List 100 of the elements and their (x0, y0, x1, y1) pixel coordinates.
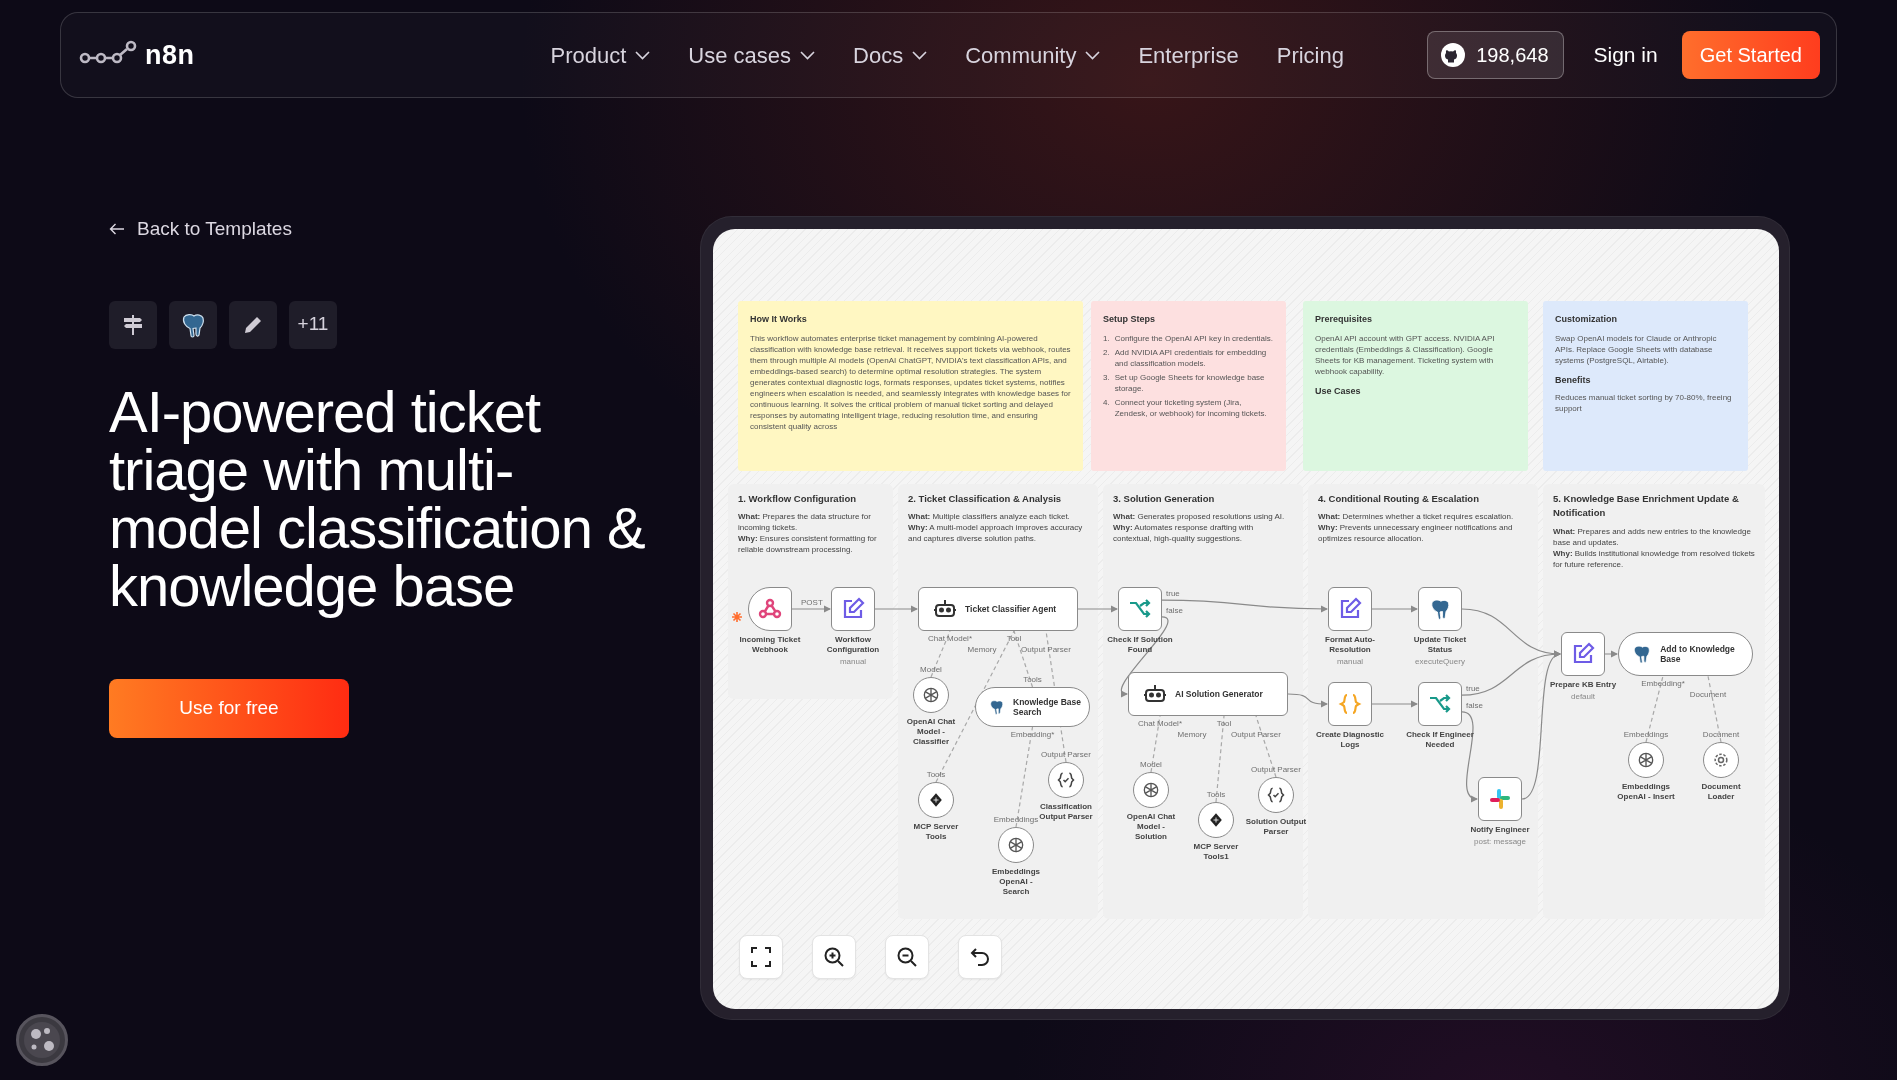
braces-check-icon (1056, 770, 1076, 790)
section-title: 3. Solution Generation (1113, 492, 1216, 506)
nav-link[interactable]: Docs (853, 38, 928, 72)
edit-icon (1338, 597, 1362, 621)
nav-link[interactable]: Use cases (688, 38, 816, 72)
github-icon (1440, 42, 1467, 68)
fit-view-button[interactable] (739, 935, 783, 979)
node-label: Embeddings OpenAI - Search (991, 867, 1041, 897)
section-title: 1. Workflow Configuration (738, 492, 858, 506)
note-title: Prerequisites (1315, 313, 1374, 326)
section-description: What: Multiple classifiers analyze each ticket. (908, 511, 1071, 523)
zoom-in-button[interactable] (812, 935, 856, 979)
zoom-out-icon (896, 946, 918, 968)
slack-icon (1488, 787, 1512, 811)
braces-icon (1338, 692, 1362, 716)
node-label: Knowledge Base Search (1013, 697, 1083, 717)
node-label: Add to Knowledge Base (1660, 644, 1736, 664)
port-label: Embedding* (1010, 730, 1055, 740)
section-description: What: Prepares and adds new entries to the knowledge base and updates. (1553, 525, 1752, 548)
port-label: Embeddings (1623, 730, 1669, 740)
nav-link[interactable]: Enterprise (1138, 38, 1239, 72)
workflow-node[interactable]: Knowledge Base Search (975, 687, 1090, 727)
port-label: Memory (967, 645, 997, 655)
note-title: Customization (1555, 313, 1618, 326)
section-description: What: Determines whether a ticket requires escalation. (1318, 511, 1515, 523)
node-label: MCP Server Tools (912, 822, 960, 842)
port-label: Embedding* (1641, 679, 1685, 689)
more-integrations-badge: +11 (289, 300, 337, 349)
node-label: Workflow Configuration (825, 635, 881, 655)
node-label: Document Loader (1700, 782, 1742, 802)
port-label: Output Parser (1251, 765, 1301, 775)
cookie-settings-button[interactable] (16, 1014, 68, 1066)
port-label: Model (1140, 760, 1162, 770)
logo-text[interactable]: n8n (145, 34, 195, 76)
connector-line (1371, 700, 1419, 708)
zoom-in-icon (823, 946, 845, 968)
section-description: Why: A multi-model approach improves accuracy and captures diverse solution paths. (908, 522, 1084, 545)
sign-in-link[interactable]: Sign in (1593, 39, 1658, 71)
connector-line (791, 605, 832, 613)
node-label: Embeddings OpenAI - Insert (1616, 782, 1676, 802)
section-title: 2. Ticket Classification & Analysis (908, 492, 1063, 506)
back-link[interactable]: Back to Templates (109, 215, 292, 244)
workflow-node[interactable] (1328, 682, 1372, 726)
node-label: Solution Output Parser (1245, 817, 1307, 837)
port-label: Chat Model* (928, 634, 972, 644)
port-label: Output Parser (1041, 750, 1091, 760)
step-number: 1. (1103, 332, 1110, 344)
connector-line (874, 605, 919, 613)
note-subtitle: Use Cases (1315, 384, 1362, 398)
port-label: Output Parser (1021, 645, 1071, 655)
port-label: Memory (1177, 730, 1207, 740)
connector-line (1077, 605, 1119, 613)
workflow-node[interactable] (831, 587, 875, 631)
nav-link[interactable]: Product (550, 38, 651, 72)
workflow-node[interactable] (1118, 587, 1162, 631)
port-label: true (1466, 684, 1480, 695)
github-stars-button[interactable]: 198,648 (1427, 31, 1564, 79)
edit-icon (1571, 642, 1595, 666)
port-label: Model (920, 665, 942, 675)
node-label: Create Diagnostic Logs (1315, 730, 1385, 750)
workflow-node[interactable]: Ticket Classifier Agent (918, 587, 1078, 631)
node-label: Notify Engineer (1469, 825, 1531, 835)
workflow-node[interactable]: AI Solution Generator (1128, 672, 1288, 716)
node-label: OpenAI Chat Model - Classifier (905, 717, 957, 747)
port-label: false (1166, 605, 1183, 616)
section-description: Why: Automates response drafting with contextual, high-quality suggestions. (1113, 522, 1255, 545)
edit-icon (841, 597, 865, 621)
section-description: Why: Builds institutional knowledge from resolved tickets for future reference. (1553, 547, 1755, 570)
port-label: Tools (1206, 790, 1226, 800)
note-text: This workflow automates enterprise ticket management by combining AI-powered classification with knowledge base retrieval. It receives support tickets via webhook, routes them through multiple AI models (OpenAI ChatGPT, NVIDIA's text classification APIs, and embeddings-based search) to determine optimal resolution strategies. The system generates contextual diagnostic logs, formats responses, updates ticket systems, notifies engineers when escalation is needed, and seamlessly integrates with knowledge bases for continuous learning. It solves the critical problem of manual ticket sorting and delayed responses by automating intelligent triage, reducing resolution time, and ensuring consistent quality across (750, 332, 1071, 432)
workflow-node[interactable] (1561, 632, 1605, 676)
reset-button[interactable] (958, 935, 1002, 979)
section-description: What: Generates proposed resolutions using AI. (1113, 511, 1286, 523)
node-label: OpenAI Chat Model - Solution (1125, 812, 1177, 842)
step-text: Configure the OpenAI API key in credentials. (1114, 332, 1273, 344)
step-text: Connect your ticketing system (Jira, Zendesk, or webhook) for incoming tickets. (1114, 396, 1268, 419)
undo-icon (969, 946, 991, 968)
workflow-node[interactable] (1418, 682, 1462, 726)
workflow-node[interactable] (1478, 777, 1522, 821)
nav-link[interactable]: Pricing (1276, 38, 1344, 72)
node-subtitle: executeQuery (1414, 657, 1466, 667)
section-description: Why: Prevents unnecessary engineer notifications and optimizes resource allocation. (1318, 522, 1514, 545)
step-number: 2. (1103, 346, 1110, 359)
node-label: Check If Solution Found (1106, 635, 1174, 655)
node-label: MCP Server Tools1 (1192, 842, 1240, 862)
connector-line (1604, 650, 1619, 658)
workflow-node[interactable]: Add to Knowledge Base (1618, 632, 1753, 676)
workflow-node[interactable] (1328, 587, 1372, 631)
connector-line (1371, 605, 1419, 613)
connector-line (1287, 693, 1329, 708)
fit-view-icon (750, 946, 772, 968)
port-label: Output Parser (1231, 730, 1281, 740)
node-subtitle: manual (838, 657, 868, 667)
step-text: Add NVIDIA API credentials for embedding and classification models. (1114, 346, 1268, 369)
port-label: Document (1702, 730, 1740, 740)
zoom-out-button[interactable] (885, 935, 929, 979)
node-label: Prepare KB Entry (1548, 680, 1618, 690)
workflow-node[interactable] (1418, 587, 1462, 631)
node-subtitle: default (1570, 692, 1596, 702)
nav-link[interactable]: Community (965, 38, 1101, 72)
